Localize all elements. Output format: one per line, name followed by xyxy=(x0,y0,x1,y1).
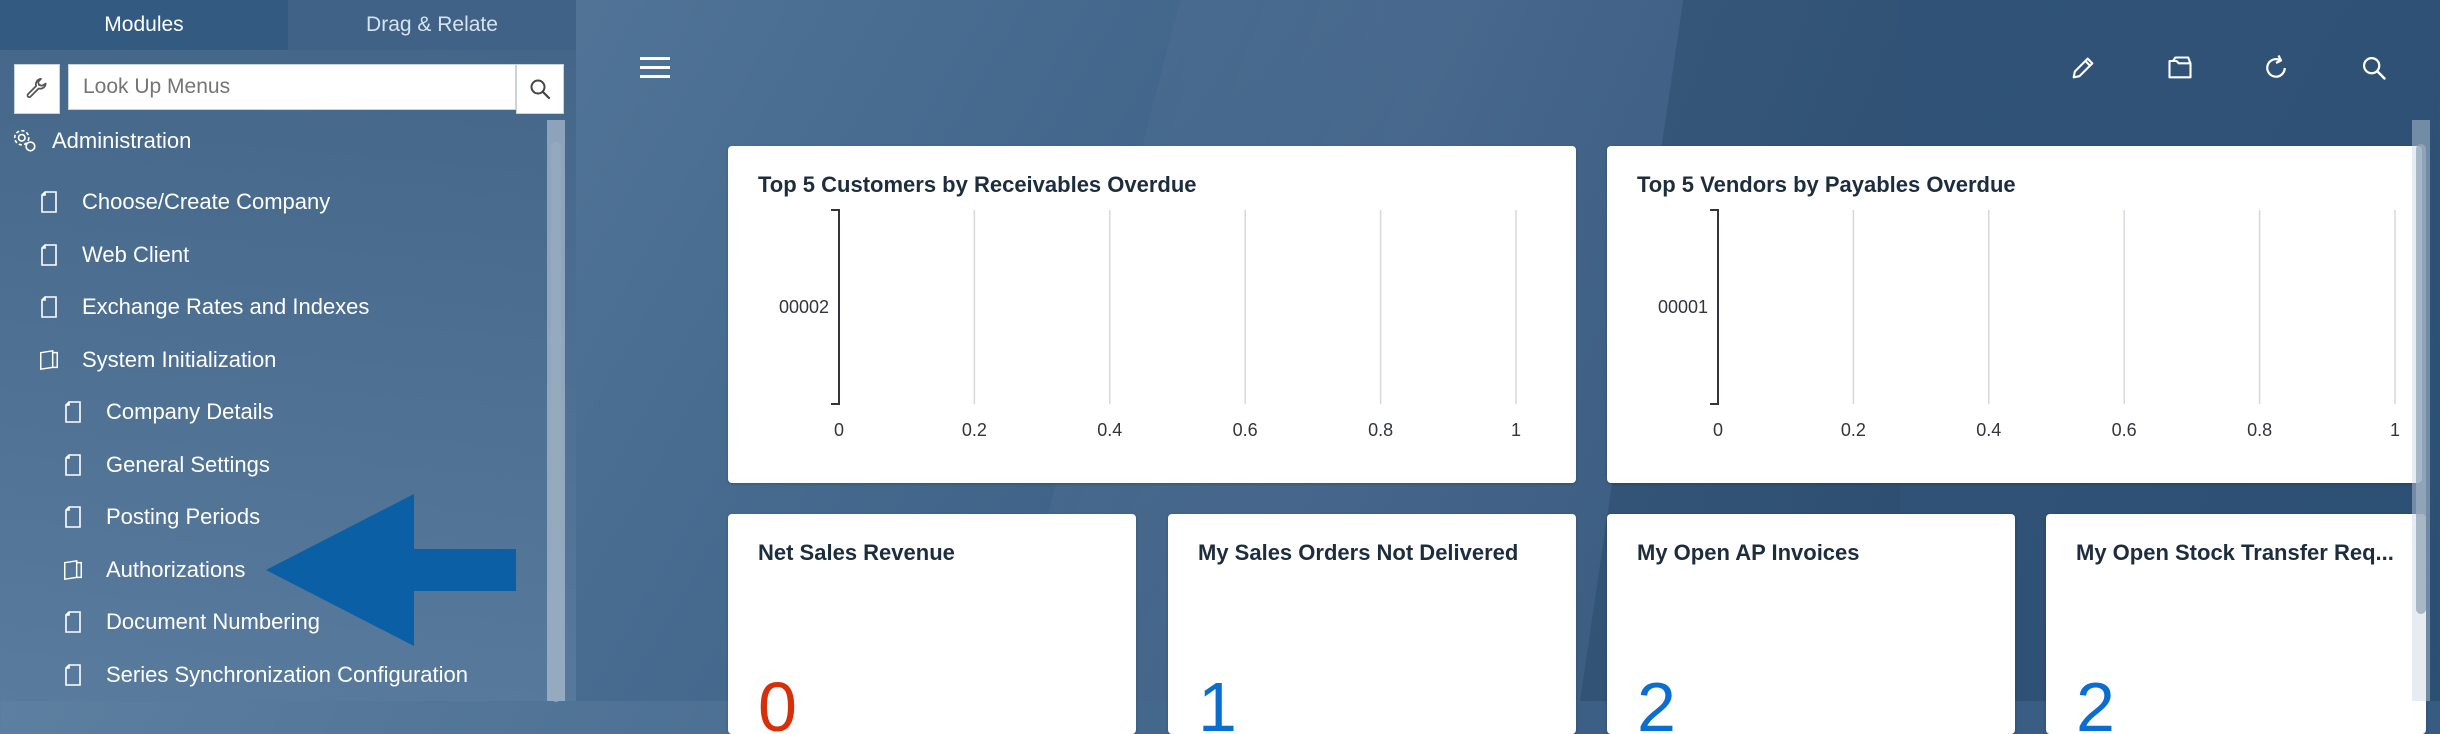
sidebar-scrollbar[interactable] xyxy=(547,120,565,702)
x-tick-label: 0.2 xyxy=(1841,420,1866,440)
scrollbar-thumb[interactable] xyxy=(551,142,561,702)
sidebar-item-label: System Initialization xyxy=(82,346,277,372)
folder-button[interactable] xyxy=(2160,48,2200,88)
admin-gear-icon xyxy=(13,129,36,152)
sidebar-item-label: Web Client xyxy=(82,241,190,267)
y-axis xyxy=(1710,209,1719,405)
main-scrollbar[interactable] xyxy=(2412,120,2430,701)
y-category-label: 00001 xyxy=(1658,297,1708,317)
x-tick-label: 0 xyxy=(1713,420,1723,440)
card-top-vendors[interactable]: Top 5 Vendors by Payables Overdue 0 0.2 0.… xyxy=(1607,146,2422,483)
document-icon xyxy=(38,294,60,320)
kpi-value: 2 xyxy=(1637,668,1676,734)
sidebar-item-label: Series Synchronization Configuration xyxy=(106,661,468,687)
sidebar-item-label: Choose/Create Company xyxy=(82,189,331,215)
sidebar-item-label: Administration xyxy=(52,128,192,153)
search-icon xyxy=(530,79,551,100)
card-net-sales-revenue[interactable]: Net Sales Revenue 0 xyxy=(728,514,1136,734)
folder-icon xyxy=(2168,56,2192,79)
x-tick-label: 0.6 xyxy=(1233,420,1258,440)
sidebar-item-company-details[interactable]: Company Details xyxy=(0,386,540,439)
document-icon xyxy=(62,452,84,478)
document-icon xyxy=(38,189,60,215)
y-category-label: 00002 xyxy=(779,297,829,317)
sidebar-item-exchange-rates[interactable]: Exchange Rates and Indexes xyxy=(0,281,540,334)
x-tick-label: 0.8 xyxy=(2247,420,2272,440)
x-tick-label: 0.4 xyxy=(1097,420,1122,440)
card-open-stock-transfer[interactable]: My Open Stock Transfer Req... 2 xyxy=(2046,514,2426,734)
card-sales-orders-not-delivered[interactable]: My Sales Orders Not Delivered 1 xyxy=(1168,514,1576,734)
folder-documents-icon xyxy=(62,557,84,583)
sidebar-item-administration[interactable]: Administration xyxy=(12,128,191,154)
refresh-icon xyxy=(2266,54,2286,78)
folder-documents-icon xyxy=(38,347,60,373)
document-icon xyxy=(62,399,84,425)
card-top-customers[interactable]: Top 5 Customers by Receivables Overdue 0… xyxy=(728,146,1576,483)
search-button[interactable] xyxy=(2354,48,2394,88)
edit-icon xyxy=(2072,57,2094,79)
wrench-button[interactable] xyxy=(14,64,60,114)
scrollbar-thumb[interactable] xyxy=(2416,144,2426,614)
card-title: Top 5 Customers by Receivables Overdue xyxy=(758,172,1197,197)
menu-button[interactable] xyxy=(635,48,675,88)
sidebar-item-label: Authorizations xyxy=(106,556,246,582)
menu-icon xyxy=(640,57,670,78)
sidebar-tabs: Modules Drag & Relate xyxy=(0,0,576,50)
x-tick-label: 0.4 xyxy=(1976,420,2001,440)
document-icon xyxy=(62,662,84,688)
x-tick-label: 0.6 xyxy=(2112,420,2137,440)
x-tick-label: 1 xyxy=(1511,420,1521,440)
sidebar-item-system-initialization[interactable]: System Initialization xyxy=(0,334,540,387)
kpi-value: 0 xyxy=(758,668,797,734)
sidebar-item-general-settings[interactable]: General Settings xyxy=(0,439,540,492)
menu-search xyxy=(14,64,564,114)
document-icon xyxy=(38,242,60,268)
sidebar-item-label: General Settings xyxy=(106,451,270,477)
kpi-value: 1 xyxy=(1198,668,1237,734)
y-axis xyxy=(831,209,840,405)
x-tick-label: 0 xyxy=(834,420,844,440)
sidebar-item-series-synchronization[interactable]: Series Synchronization Configuration xyxy=(0,649,540,702)
refresh-button[interactable] xyxy=(2256,48,2296,88)
card-title: My Open Stock Transfer Req... xyxy=(2076,540,2394,565)
card-open-ap-invoices[interactable]: My Open AP Invoices 2 xyxy=(1607,514,2015,734)
x-tick-label: 0.8 xyxy=(1368,420,1393,440)
document-icon xyxy=(62,609,84,635)
edit-button[interactable] xyxy=(2063,48,2103,88)
kpi-value: 2 xyxy=(2076,668,2115,734)
search-button[interactable] xyxy=(516,64,564,114)
search-icon xyxy=(2362,56,2386,80)
x-tick-label: 0.2 xyxy=(962,420,987,440)
card-title: Top 5 Vendors by Payables Overdue xyxy=(1637,172,2016,197)
x-tick-label: 1 xyxy=(2390,420,2400,440)
card-title: My Sales Orders Not Delivered xyxy=(1198,540,1519,565)
sidebar-item-choose-create-company[interactable]: Choose/Create Company xyxy=(0,176,540,229)
card-title: My Open AP Invoices xyxy=(1637,540,1860,565)
card-title: Net Sales Revenue xyxy=(758,540,955,565)
tab-modules[interactable]: Modules xyxy=(0,0,288,50)
tab-drag-relate[interactable]: Drag & Relate xyxy=(288,0,576,50)
sidebar-item-web-client[interactable]: Web Client xyxy=(0,229,540,282)
document-icon xyxy=(62,504,84,530)
sidebar-item-label: Posting Periods xyxy=(106,504,261,530)
sidebar-item-label: Company Details xyxy=(106,399,274,425)
arrow-annotation xyxy=(266,494,516,646)
wrench-icon xyxy=(26,78,47,98)
search-input[interactable] xyxy=(68,64,516,110)
sidebar-item-label: Exchange Rates and Indexes xyxy=(82,294,370,320)
